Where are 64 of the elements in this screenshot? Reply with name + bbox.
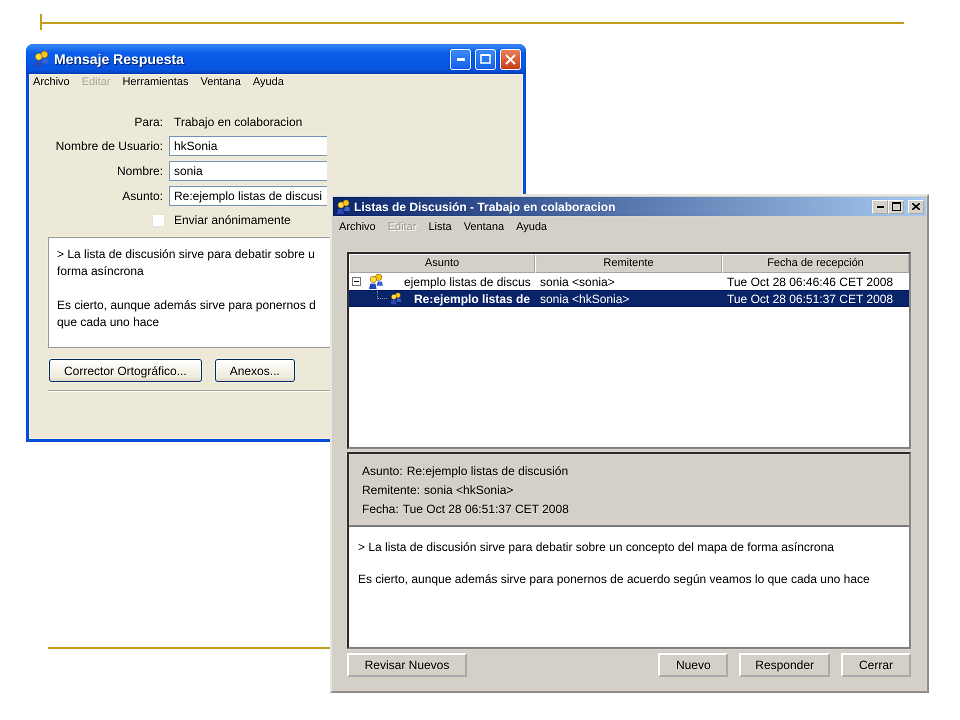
message-line: > La lista de discusión sirve para debatir sobre u (57, 246, 315, 263)
people-icon (32, 50, 50, 68)
detail-value: sonia <hkSonia> (424, 482, 514, 499)
sender-text: sonia <sonia> (539, 274, 616, 290)
field-label: Nombre: (116, 163, 163, 180)
dialog-button[interactable]: Nuevo (658, 653, 728, 677)
detail-label: Remitente: (362, 482, 420, 499)
minimize-button[interactable] (872, 200, 888, 214)
column-header[interactable]: Fecha de recepción (722, 254, 909, 273)
message-line: > La lista de discusión sirve para debatir sobre un concepto del mapa de forma asíncrona (358, 539, 834, 555)
column-header[interactable]: Asunto (349, 254, 535, 273)
message-line: Es cierto, aunque además sirve para ponernos d (57, 297, 316, 314)
dialog-button[interactable]: Responder (739, 653, 830, 677)
message-text-area[interactable]: > La lista de discusión sirve para debatir sobre u forma asíncrona Es cierto, aunque además sirve para ponernos d que cada uno hace (48, 237, 330, 348)
dialog-button[interactable]: Anexos... (214, 359, 295, 382)
dialog-button[interactable]: Corrector Ortográfico... (49, 359, 202, 382)
message-line: que cada uno hace (57, 314, 160, 331)
maximize-icon (480, 54, 491, 64)
field-label: Nombre de Usuario: (54, 138, 163, 155)
menu-item[interactable]: Archivo (33, 74, 70, 91)
dialog-button[interactable]: Revisar Nuevos (347, 653, 467, 677)
menu-item[interactable]: Lista (428, 218, 452, 236)
checkbox[interactable] (152, 214, 165, 226)
column-header[interactable]: Remitente (535, 254, 722, 273)
subject-text: ejemplo listas de discus (404, 274, 531, 290)
menu-item[interactable]: Ayuda (252, 74, 284, 91)
date-text: Tue Oct 28 06:51:37 CET 2008 (726, 290, 894, 308)
input-field[interactable]: hkSonia (169, 136, 327, 156)
window-title: Mensaje Respuesta (54, 50, 185, 69)
recipient-text: Trabajo en colaboracion (173, 114, 304, 131)
input-field[interactable]: sonia (169, 161, 327, 181)
input-field[interactable]: Re:ejemplo listas de discusi (169, 186, 327, 206)
dialog-button[interactable]: Cerrar (841, 653, 911, 677)
date-text: Tue Oct 28 06:46:46 CET 2008 (726, 274, 894, 290)
detail-label: Fecha: (362, 501, 399, 518)
menu-item[interactable]: Archivo (339, 218, 376, 236)
people-icon (367, 273, 384, 290)
window-title: Listas de Discusión - Trabajo en colaboracion (354, 198, 616, 216)
field-label: Asunto: (121, 188, 163, 205)
message-line: Es cierto, aunque además sirve para ponernos de acuerdo según veamos lo que cada uno hace (358, 571, 870, 587)
close-icon (505, 54, 516, 64)
close-icon (912, 203, 920, 210)
field-label: Para: (133, 114, 163, 131)
menu-item[interactable]: Herramientas (122, 74, 188, 91)
table-row[interactable]: ejemplo listas de discus sonia <sonia> Tue Oct 28 06:46:46 CET 2008 (349, 273, 909, 290)
minimize-icon (876, 206, 884, 208)
close-button[interactable] (908, 200, 924, 214)
sender-text: sonia <hkSonia> (539, 290, 630, 308)
people-icon (389, 292, 402, 305)
table-row[interactable]: Re:ejemplo listas de sonia <hkSonia> Tue Oct 28 06:51:37 CET 2008 (349, 290, 909, 307)
menu-item[interactable]: Ventana (200, 74, 241, 91)
menu-item[interactable]: Ventana (464, 218, 504, 236)
minimize-icon (456, 58, 464, 60)
message-line: forma asíncrona (57, 263, 144, 280)
detail-value: Tue Oct 28 06:51:37 CET 2008 (402, 501, 569, 518)
menu-item[interactable]: Ayuda (516, 218, 548, 236)
checkbox-label: Enviar anónimamente (173, 212, 291, 229)
people-icon (335, 198, 351, 214)
subject-text: Re:ejemplo listas de (414, 290, 530, 308)
collapse-icon[interactable] (352, 277, 361, 286)
detail-value: Re:ejemplo listas de discusión (406, 463, 568, 480)
detail-label: Asunto: (362, 463, 403, 480)
maximize-icon (892, 202, 900, 211)
maximize-button[interactable] (888, 200, 904, 214)
